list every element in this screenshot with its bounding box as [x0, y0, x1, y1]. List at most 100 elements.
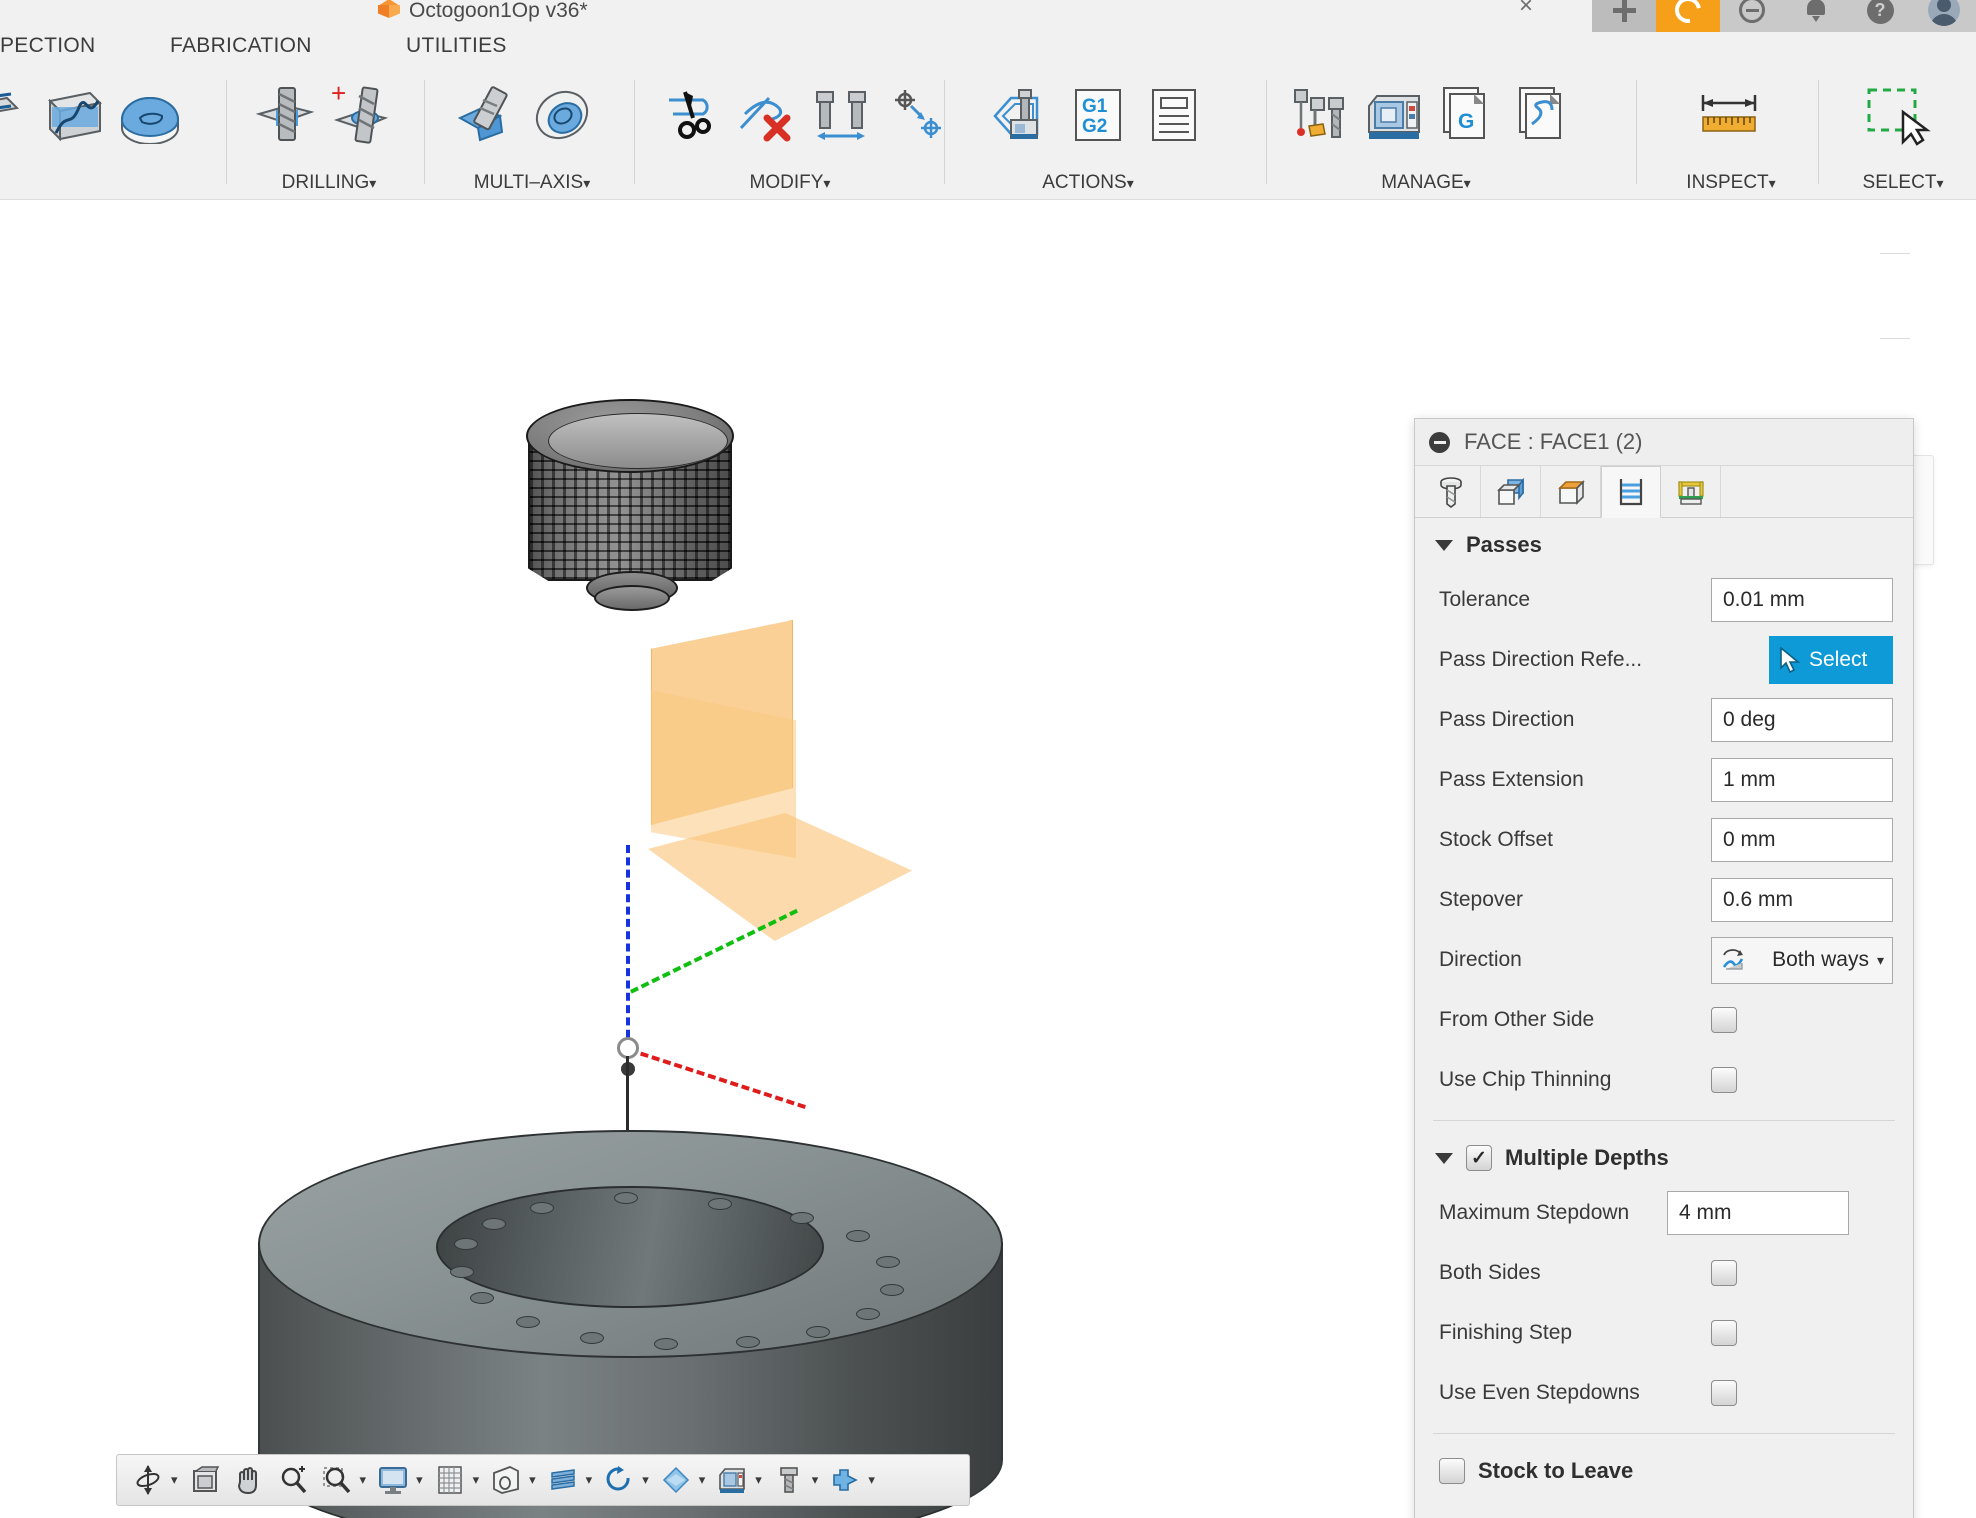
stepover-input[interactable]: 0.6 mm: [1711, 878, 1893, 922]
multiple-depths-section-header[interactable]: ✓ Multiple Depths: [1415, 1131, 1913, 1183]
ribbon-separator: [944, 80, 945, 184]
setup-sheet-icon[interactable]: [1136, 76, 1212, 154]
template-library-icon[interactable]: [1508, 76, 1584, 154]
multiple-depths-checkbox[interactable]: ✓: [1466, 1145, 1492, 1171]
drilling-group-label[interactable]: DRILLING▾: [236, 172, 422, 194]
swarf-icon[interactable]: [448, 76, 524, 154]
geometry-tab[interactable]: [1481, 466, 1541, 517]
from-other-side-checkbox[interactable]: [1711, 1007, 1737, 1033]
pass-direction-ref-label: Pass Direction Refe...: [1439, 648, 1769, 672]
viewports[interactable]: ▾: [484, 1458, 541, 1502]
knurled-cylinder-body[interactable]: [520, 393, 740, 628]
multi-axis-group-label[interactable]: MULTI–AXIS▾: [434, 172, 630, 194]
machine-caret[interactable]: ▾: [755, 1472, 762, 1488]
appearance-caret[interactable]: ▾: [699, 1472, 706, 1488]
bolt-hole: [846, 1230, 870, 1242]
ribbon-separator: [634, 80, 635, 184]
display-caret[interactable]: ▾: [416, 1472, 423, 1488]
orbit-caret[interactable]: ▾: [171, 1472, 178, 1488]
adaptive-clearing-icon[interactable]: [36, 76, 112, 154]
pass-direction-ref-select-button[interactable]: Select: [1769, 636, 1893, 684]
actions-group-label[interactable]: ACTIONS▾: [954, 172, 1222, 194]
select-group-label[interactable]: SELECT▾: [1828, 172, 1976, 194]
setup-view[interactable]: ▾: [823, 1458, 880, 1502]
setup-caret[interactable]: ▾: [868, 1472, 875, 1488]
stock-to-leave-checkbox[interactable]: [1439, 1458, 1465, 1484]
tool-view[interactable]: ▾: [767, 1458, 824, 1502]
heights-tab[interactable]: [1541, 466, 1601, 517]
drill-icon[interactable]: [248, 76, 324, 154]
tab-fabrication[interactable]: FABRICATION: [170, 34, 312, 58]
2d-contour-icon[interactable]: [0, 76, 36, 154]
stepover-label: Stepover: [1439, 888, 1711, 912]
zoom-tool[interactable]: [271, 1458, 315, 1502]
g1-g2-post-icon[interactable]: G1 G2: [1060, 76, 1136, 154]
appearance[interactable]: ▾: [654, 1458, 711, 1502]
maximum-stepdown-input[interactable]: 4 mm: [1667, 1191, 1849, 1235]
stock-to-leave-section-header[interactable]: Stock to Leave: [1415, 1444, 1913, 1496]
finishing-step-checkbox[interactable]: [1711, 1320, 1737, 1346]
new-design-button[interactable]: [1592, 0, 1656, 32]
direction-dropdown[interactable]: Both ways ▾: [1711, 937, 1893, 984]
tab-inspection[interactable]: PECTION: [0, 34, 95, 58]
collapse-icon[interactable]: [1429, 432, 1450, 453]
ribbon-toolbar: ▾ +: [0, 68, 1976, 200]
inspect-group-label[interactable]: INSPECT▾: [1646, 172, 1816, 194]
viewport-caret[interactable]: ▾: [529, 1472, 536, 1488]
simulate-caret[interactable]: ▾: [642, 1472, 649, 1488]
machine-view[interactable]: ▾: [710, 1458, 767, 1502]
grid-snaps[interactable]: ▾: [428, 1458, 485, 1502]
maximum-stepdown-label: Maximum Stepdown: [1439, 1201, 1667, 1225]
both-sides-checkbox[interactable]: [1711, 1260, 1737, 1286]
manage-group-label[interactable]: MANAGE▾: [1276, 172, 1576, 194]
use-chip-thinning-checkbox[interactable]: [1711, 1067, 1737, 1093]
passes-tab[interactable]: [1601, 466, 1661, 518]
help-button[interactable]: ?: [1848, 0, 1912, 32]
modify-group: MODIFY▾: [644, 68, 936, 200]
milling-group-label[interactable]: ▾: [0, 172, 190, 194]
tool-tab[interactable]: [1421, 466, 1481, 517]
pan-tool[interactable]: [227, 1458, 271, 1502]
passes-section-header[interactable]: Passes: [1415, 518, 1913, 570]
minimize-button[interactable]: [1720, 0, 1784, 32]
simulate-icon[interactable]: [984, 76, 1060, 154]
fit-tool[interactable]: ▾: [315, 1458, 372, 1502]
fit-caret[interactable]: ▾: [360, 1472, 367, 1488]
tab-utilities[interactable]: UTILITIES: [406, 34, 507, 58]
look-at-tool[interactable]: [183, 1458, 227, 1502]
stock-visibility[interactable]: ▾: [541, 1458, 598, 1502]
tool-change-icon[interactable]: [804, 76, 880, 154]
display-settings[interactable]: ▾: [371, 1458, 428, 1502]
tool-library-icon[interactable]: [1280, 76, 1356, 154]
machine-library-icon[interactable]: [1356, 76, 1432, 154]
job-status-button[interactable]: [1656, 0, 1720, 32]
parallel-finish-icon[interactable]: [112, 76, 188, 154]
selection-box-cursor-icon[interactable]: [1860, 76, 1936, 154]
simulate[interactable]: ▾: [597, 1458, 654, 1502]
linking-tab[interactable]: [1661, 466, 1721, 517]
orbit-tool[interactable]: ▾: [126, 1458, 183, 1502]
grid-caret[interactable]: ▾: [473, 1472, 480, 1488]
tolerance-input[interactable]: 0.01 mm: [1711, 578, 1893, 622]
account-button[interactable]: [1912, 0, 1976, 32]
svg-text:G1: G1: [1082, 96, 1108, 117]
delete-toolpath-icon[interactable]: [728, 76, 804, 154]
tool-caret[interactable]: ▾: [812, 1472, 819, 1488]
cut-scissors-icon[interactable]: [652, 76, 728, 154]
stock-caret[interactable]: ▾: [586, 1472, 593, 1488]
measure-ruler-icon[interactable]: [1692, 76, 1768, 154]
heights-icon: [1555, 476, 1587, 508]
modify-group-label[interactable]: MODIFY▾: [644, 172, 936, 194]
bore-icon[interactable]: +: [324, 76, 400, 154]
3d-viewport[interactable]: ▾: [0, 200, 1976, 1518]
pass-direction-input[interactable]: 0 deg: [1711, 698, 1893, 742]
manage-group: G MANAGE▾: [1276, 68, 1576, 200]
pass-extension-input[interactable]: 1 mm: [1711, 758, 1893, 802]
multi-axis-contour-icon[interactable]: [524, 76, 600, 154]
stock-offset-input[interactable]: 0 mm: [1711, 818, 1893, 862]
use-even-stepdowns-checkbox[interactable]: [1711, 1380, 1737, 1406]
close-icon[interactable]: ×: [1519, 0, 1533, 20]
finishing-step-row: Finishing Step: [1415, 1303, 1913, 1363]
notifications-button[interactable]: [1784, 0, 1848, 32]
post-library-icon[interactable]: G: [1432, 76, 1508, 154]
